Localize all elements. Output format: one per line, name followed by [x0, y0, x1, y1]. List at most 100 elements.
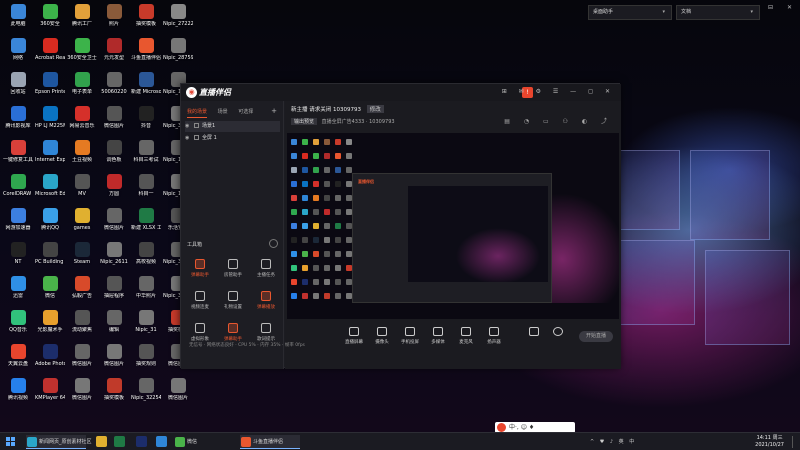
desktop-icon[interactable]: 新建 XLSX 工作表 — [131, 208, 161, 231]
tab-my-scenes[interactable]: 我的场景 — [187, 109, 208, 118]
tool-button[interactable]: 视频连麦 — [185, 291, 215, 310]
start-button[interactable] — [6, 437, 15, 446]
desktop-icon[interactable]: 回收站 — [3, 72, 33, 95]
scene-item[interactable]: ◉ 全屏 1 — [185, 133, 280, 144]
desktop-icon[interactable]: Acrobat Reader DC — [35, 38, 65, 61]
desktop-icon[interactable]: Nipic_28759 601_20210... — [163, 38, 193, 61]
add-scene-icon[interactable]: + — [271, 107, 277, 115]
desktop-search-left[interactable]: 桌面助手 ▾ — [588, 5, 672, 20]
input-method-bar[interactable]: 中·, ☺ ♦ — [495, 422, 575, 432]
desktop-icon[interactable]: 微信图片 — [99, 106, 129, 129]
system-tray[interactable]: ^ ♥ ♪ 英 中 — [590, 438, 636, 445]
desktop-icon[interactable]: 一键修复工具 — [3, 140, 33, 163]
app-title-bar[interactable]: ◉ 直播伴侣 ! ⊞ ✉ ⚙ ☰ — ◻ ✕ — [181, 84, 621, 101]
desktop-icon[interactable]: Adobe Photosho... — [35, 344, 65, 367]
taskbar-app-browser[interactable]: 新闻网页_原创素材社区 — [26, 435, 92, 449]
desktop-icon[interactable]: 微信图片 — [99, 208, 129, 231]
desktop-icon[interactable]: Nipic_27222 751_20210... — [163, 4, 193, 27]
scene-item[interactable]: ◉ 场景1 — [185, 121, 280, 132]
desktop-icon[interactable]: 50060220 — [99, 72, 129, 95]
show-desktop-button[interactable] — [792, 436, 798, 448]
output-preview-button[interactable]: 输出预览 — [291, 118, 318, 125]
taskbar-pinned-app[interactable] — [114, 436, 125, 447]
desktop-icon[interactable]: 腾讯影视库 — [3, 106, 33, 129]
eye-icon[interactable]: ◉ — [185, 121, 192, 132]
tab-scenes[interactable]: 场景 — [218, 109, 228, 115]
desktop-icon[interactable]: Microsoft Edge — [35, 174, 65, 197]
taskbar-app-wechat[interactable]: 微信 — [174, 435, 224, 449]
desktop-icon[interactable]: 微信 — [35, 276, 65, 299]
desktop-icon[interactable]: 网游加速器 — [3, 208, 33, 231]
desktop-icon[interactable]: 元元发型 — [99, 38, 129, 61]
desktop-icon[interactable]: Steam — [67, 242, 97, 265]
lock-icon[interactable] — [194, 123, 199, 128]
desktop-icon[interactable]: 微信图片 — [67, 344, 97, 367]
desktop-icon[interactable]: 微信图片 — [163, 378, 193, 401]
desktop-icon[interactable]: 斗鱼直播伴侣 — [131, 38, 161, 61]
settings-icon[interactable] — [543, 327, 573, 339]
taskbar-pinned-app[interactable] — [156, 436, 167, 447]
desktop-icon[interactable]: 抖音 — [131, 106, 161, 129]
desktop-icon[interactable]: 科目三考试 — [131, 140, 161, 163]
desktop-icon[interactable]: 弘毅广告 — [67, 276, 97, 299]
desktop-icon[interactable]: 天翼云盘 — [3, 344, 33, 367]
desktop-icon[interactable]: 微信图片 — [99, 344, 129, 367]
toolbox-settings-icon[interactable] — [269, 239, 278, 248]
desktop-icon[interactable]: 360安全 — [35, 4, 65, 27]
desktop-icon[interactable]: 网易云音乐 — [67, 106, 97, 129]
desktop-icon[interactable]: 腾讯工厂 — [67, 4, 97, 27]
desktop-icon[interactable]: 迅雷 — [3, 276, 33, 299]
desktop-search-right[interactable]: 文档 ▾ — [676, 5, 760, 20]
lock-icon[interactable] — [194, 135, 199, 140]
tool-button[interactable]: 弹幕播放 — [251, 291, 281, 310]
desktop-icon[interactable]: 抽奖模板 — [99, 378, 129, 401]
desktop-icon[interactable]: Nipic_31 — [131, 310, 161, 333]
desktop-icon[interactable]: 光影魔术手 — [35, 310, 65, 333]
tool-button[interactable]: 歌词提示 — [251, 323, 281, 342]
desktop-icon[interactable]: Epson Printer C... — [35, 72, 65, 95]
eye-icon[interactable]: ◉ — [185, 133, 192, 144]
desktop-icon[interactable]: 调色板 — [99, 140, 129, 163]
desktop-icon[interactable]: Nipic_2611 — [99, 242, 129, 265]
desktop-icon[interactable]: NT — [3, 242, 33, 265]
desktop-icon[interactable]: 腾讯视频 — [3, 378, 33, 401]
desktop-icon[interactable]: 腾讯QQ — [35, 208, 65, 231]
tool-button[interactable]: 主播任务 — [251, 259, 281, 278]
desktop-icon[interactable]: CorelDRAW X7 — [3, 174, 33, 197]
tool-button[interactable]: 虚拟形象 — [185, 323, 215, 342]
desktop-icon[interactable]: 科目一 — [131, 174, 161, 197]
taskbar-pinned-app[interactable] — [136, 436, 147, 447]
tab-optional[interactable]: 可选择 — [238, 109, 253, 115]
preview-toolbar[interactable]: ▤ ◔ ▭ ⚇ ◐ ⤴ — [504, 116, 613, 125]
desktop-icon[interactable]: 微信图片 — [67, 378, 97, 401]
tool-button[interactable]: 弹幕助手 — [218, 323, 248, 342]
start-live-button[interactable]: 开始直播 — [579, 331, 613, 342]
desktop-icon[interactable]: games — [67, 208, 97, 231]
title-bar-controls[interactable]: ⊞ ✉ ⚙ ☰ — ◻ ✕ — [502, 88, 615, 95]
taskbar-pinned-app[interactable] — [96, 436, 107, 447]
clock[interactable]: 14:11 周三 2021/10/27 — [755, 435, 784, 449]
desktop-icon[interactable]: 照片 — [99, 4, 129, 27]
widget-controls[interactable]: ⊟ ✕ — [768, 4, 798, 11]
edit-room-button[interactable]: 修改 — [366, 105, 384, 113]
desktop-icon[interactable]: 高校视频 — [131, 242, 161, 265]
desktop-icon[interactable]: 360安全卫士 — [67, 38, 97, 61]
tool-button[interactable]: 礼物设置 — [218, 291, 248, 310]
desktop-icon[interactable]: Internet Explorer — [35, 140, 65, 163]
desktop-icon[interactable]: 网络 — [3, 38, 33, 61]
desktop-icon[interactable]: 流动聚焦 — [67, 310, 97, 333]
desktop-icon[interactable]: 电子表单 — [67, 72, 97, 95]
desktop-icon[interactable]: 土豆视频 — [67, 140, 97, 163]
desktop-icon[interactable]: 抽屉程序 — [99, 276, 129, 299]
desktop-icon[interactable]: MV — [67, 174, 97, 197]
desktop-icon[interactable]: QQ音乐 — [3, 310, 33, 333]
desktop-icon[interactable]: 新建 Microsof... — [131, 72, 161, 95]
desktop-icon[interactable]: 中华照片 — [131, 276, 161, 299]
desktop-icon[interactable]: 编辑 — [99, 310, 129, 333]
desktop-icon[interactable]: Nipic_32254 — [131, 378, 161, 401]
tool-button[interactable]: 弹幕助手 — [185, 259, 215, 278]
desktop-icon[interactable]: KMPlayer 64X — [35, 378, 65, 401]
desktop-icon[interactable]: PC Building Simulator — [35, 242, 65, 265]
desktop-icon[interactable]: 抽奖规则 — [131, 344, 161, 367]
desktop-icon[interactable]: 此电脑 — [3, 4, 33, 27]
